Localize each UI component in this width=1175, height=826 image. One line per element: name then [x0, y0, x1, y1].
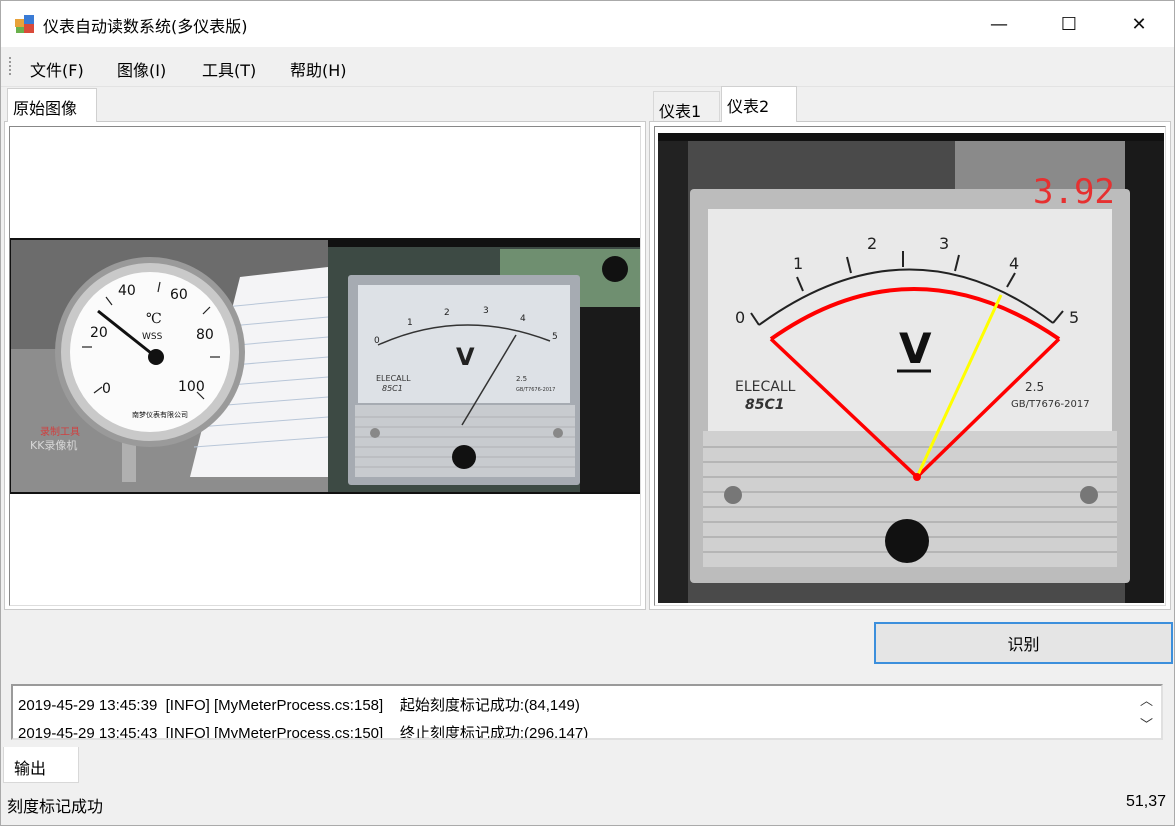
- close-icon: ✕: [1131, 13, 1147, 35]
- meter-tick-2: 2: [867, 234, 877, 253]
- thermo-unit: ℃: [146, 311, 162, 327]
- tab-meter-2[interactable]: 仪表2: [721, 86, 797, 122]
- meter-tick-5: 5: [1069, 308, 1079, 327]
- menu-grip-icon[interactable]: [9, 57, 12, 75]
- menu-bar: 文件(F) 图像(I) 工具(T) 帮助(H): [1, 47, 1174, 87]
- meter-tick-1: 1: [793, 254, 803, 273]
- status-message: 刻度标记成功: [7, 797, 104, 816]
- menu-image[interactable]: 图像(I): [117, 57, 166, 81]
- volt-brand: ELECALL: [376, 374, 411, 383]
- window-title: 仪表自动读数系统(多仪表版): [43, 17, 248, 36]
- thermo-tick-80: 80: [196, 327, 214, 343]
- minimize-icon: —: [990, 13, 1008, 35]
- meter-spec: 2.5: [1025, 380, 1044, 394]
- thermo-tick-0: 0: [102, 381, 111, 397]
- scroll-up-icon[interactable]: ︿: [1140, 690, 1153, 709]
- recognize-button[interactable]: 识别: [874, 622, 1173, 664]
- meter-standard: GB/T7676-2017: [1011, 399, 1090, 410]
- output-log[interactable]: 2019-45-29 13:45:39 [INFO] [MyMeterProce…: [11, 684, 1163, 740]
- log-line: 2019-45-29 13:45:43 [INFO] [MyMeterProce…: [18, 725, 589, 740]
- meter-tick-3: 3: [939, 234, 949, 253]
- meter-reading: 3.92: [1033, 172, 1115, 212]
- meter-tick-0: 0: [735, 308, 745, 327]
- maximize-icon: ☐: [1060, 13, 1078, 35]
- thermo-maker: 南梦仪表有限公司: [132, 410, 188, 419]
- close-button[interactable]: ✕: [1116, 1, 1162, 47]
- meter-unit: V: [899, 324, 932, 373]
- original-image-view: 0 20 40 60 80 100 ℃ WSS 南梦仪表有限公司 录制工具 KK…: [9, 126, 641, 606]
- meter-model: 85C1: [745, 397, 785, 413]
- menu-file[interactable]: 文件(F): [30, 57, 84, 81]
- status-position: 51,37: [1125, 793, 1166, 810]
- scroll-down-icon[interactable]: ﹀: [1140, 714, 1153, 733]
- minimize-button[interactable]: —: [976, 1, 1022, 47]
- watermark-1: 录制工具: [40, 425, 80, 438]
- app-icon: [15, 15, 34, 33]
- tab-meter-1[interactable]: 仪表1: [653, 91, 720, 122]
- meter-image-view: 0 1 2 3 4 5 V ELECALL 85C1 2.5 GB/T7676-…: [654, 126, 1166, 606]
- log-line: 2019-45-29 13:45:39 [INFO] [MyMeterProce…: [18, 697, 580, 714]
- tab-output[interactable]: 输出: [3, 747, 79, 783]
- volt-tick-4: 4: [520, 314, 526, 324]
- volt-model: 85C1: [382, 384, 403, 393]
- volt-standard: GB/T7676-2017: [516, 387, 555, 393]
- maximize-button[interactable]: ☐: [1046, 1, 1092, 47]
- volt-tick-2: 2: [444, 308, 450, 318]
- thermo-tick-60: 60: [170, 287, 188, 303]
- meter-brand: ELECALL: [735, 379, 796, 395]
- original-image: 0 20 40 60 80 100 ℃ WSS 南梦仪表有限公司 录制工具 KK…: [10, 238, 640, 494]
- status-bar: 刻度标记成功 51,37: [1, 784, 1174, 825]
- volt-tick-0: 0: [374, 336, 380, 346]
- volt-tick-1: 1: [407, 318, 413, 328]
- thermo-tick-20: 20: [90, 325, 108, 341]
- thermo-brand: WSS: [142, 332, 163, 342]
- thermo-tick-100: 100: [178, 379, 205, 395]
- original-image-panel: 0 20 40 60 80 100 ℃ WSS 南梦仪表有限公司 录制工具 KK…: [4, 121, 646, 610]
- tab-original-image[interactable]: 原始图像: [7, 88, 97, 122]
- meter-processed-image: 0 1 2 3 4 5 V ELECALL 85C1 2.5 GB/T7676-…: [658, 133, 1164, 603]
- volt-unit: V: [456, 343, 475, 371]
- meter-tick-4: 4: [1009, 254, 1019, 273]
- main-window: 仪表自动读数系统(多仪表版) — ☐ ✕ 文件(F) 图像(I) 工具(T) 帮…: [0, 0, 1175, 826]
- volt-spec: 2.5: [516, 375, 527, 383]
- volt-tick-5: 5: [552, 332, 558, 342]
- menu-help[interactable]: 帮助(H): [290, 57, 347, 81]
- menu-tools[interactable]: 工具(T): [202, 57, 256, 81]
- meter-panel: 0 1 2 3 4 5 V ELECALL 85C1 2.5 GB/T7676-…: [649, 121, 1171, 610]
- thermo-tick-40: 40: [118, 283, 136, 299]
- title-bar: 仪表自动读数系统(多仪表版) — ☐ ✕: [1, 1, 1174, 47]
- volt-tick-3: 3: [483, 306, 489, 316]
- watermark-2: KK录像机: [30, 438, 77, 452]
